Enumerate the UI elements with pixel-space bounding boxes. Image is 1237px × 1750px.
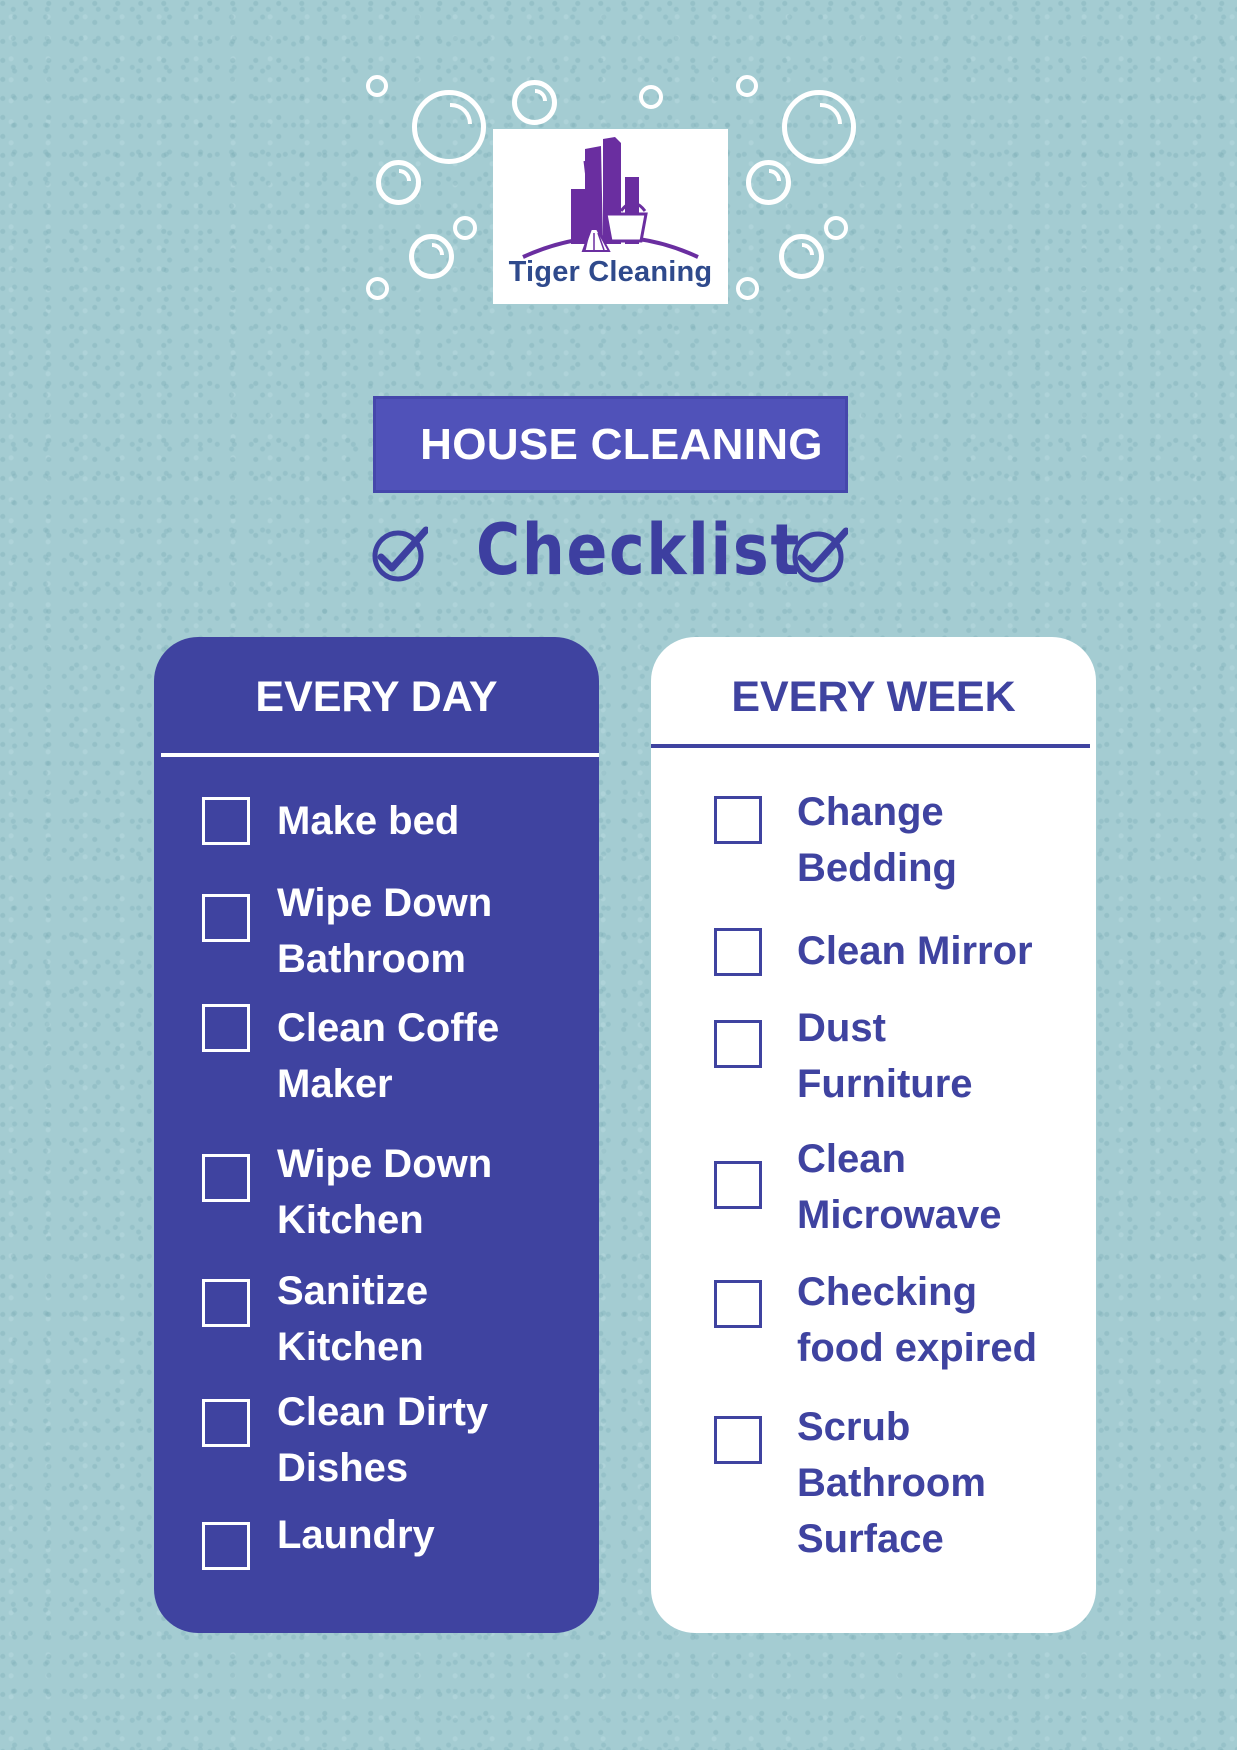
- item-label: Clean Dirty Dishes: [277, 1390, 489, 1490]
- checkbox[interactable]: [202, 1004, 250, 1052]
- item-label: Clean Microwave: [797, 1137, 1002, 1237]
- checkbox[interactable]: [714, 1280, 762, 1328]
- checkbox[interactable]: [202, 1154, 250, 1202]
- title-banner: HOUSE CLEANING: [373, 396, 848, 493]
- checkbox[interactable]: [202, 1399, 250, 1447]
- item-label: Make bed: [277, 799, 460, 843]
- bubble-icon: [736, 75, 758, 97]
- bubble-icon: [779, 234, 824, 279]
- item-label: Clean Coffe Maker: [277, 1006, 500, 1106]
- bubble-icon: [366, 277, 389, 300]
- checkbox[interactable]: [714, 796, 762, 844]
- bubble-icon: [746, 160, 791, 205]
- checkbox[interactable]: [714, 1416, 762, 1464]
- every-week-heading: EVERY WEEK: [731, 673, 1016, 721]
- item-label: Dust Furniture: [797, 1006, 973, 1106]
- check-circle-icon: [792, 527, 848, 583]
- company-logo: Tiger Cleaning: [493, 129, 728, 304]
- checkbox[interactable]: [202, 797, 250, 845]
- bubble-icon: [409, 234, 454, 279]
- divider: [651, 744, 1090, 748]
- every-day-heading: EVERY DAY: [255, 673, 498, 721]
- checkbox[interactable]: [714, 1020, 762, 1068]
- bubble-icon: [736, 277, 759, 300]
- bubble-icon: [512, 80, 557, 125]
- item-label: Change Bedding: [797, 790, 957, 890]
- item-label: Laundry: [277, 1513, 435, 1557]
- checkbox[interactable]: [202, 894, 250, 942]
- checkbox[interactable]: [714, 1161, 762, 1209]
- item-label: Scrub Bathroom Surface: [797, 1405, 986, 1561]
- checkbox[interactable]: [714, 928, 762, 976]
- bubble-icon: [453, 216, 477, 240]
- bubble-icon: [412, 90, 486, 164]
- bubble-icon: [639, 85, 663, 109]
- item-label: Sanitize Kitchen: [277, 1269, 429, 1369]
- brand-name: Tiger Cleaning: [508, 256, 713, 288]
- item-label: Wipe Down Kitchen: [277, 1142, 493, 1242]
- divider: [161, 753, 599, 757]
- check-circle-icon: [372, 526, 428, 582]
- bubble-icon: [824, 216, 848, 240]
- item-label: Wipe Down Bathroom: [277, 881, 493, 981]
- checkbox[interactable]: [202, 1522, 250, 1570]
- bubble-icon: [782, 90, 856, 164]
- page-title: HOUSE CLEANING: [420, 419, 823, 469]
- item-label: Clean Mirror: [797, 929, 1033, 973]
- subtitle: Checklist: [476, 509, 801, 591]
- bubble-icon: [366, 75, 388, 97]
- every-week-card: EVERY WEEK Change Bedding Clean Mirror D…: [651, 637, 1096, 1633]
- bubble-icon: [376, 160, 421, 205]
- every-day-card: EVERY DAY Make bed Wipe Down Bathroom Cl…: [154, 637, 599, 1633]
- buildings-broom-bucket-icon: [522, 137, 699, 259]
- item-label: Checking food expired: [797, 1270, 1038, 1370]
- checkbox[interactable]: [202, 1279, 250, 1327]
